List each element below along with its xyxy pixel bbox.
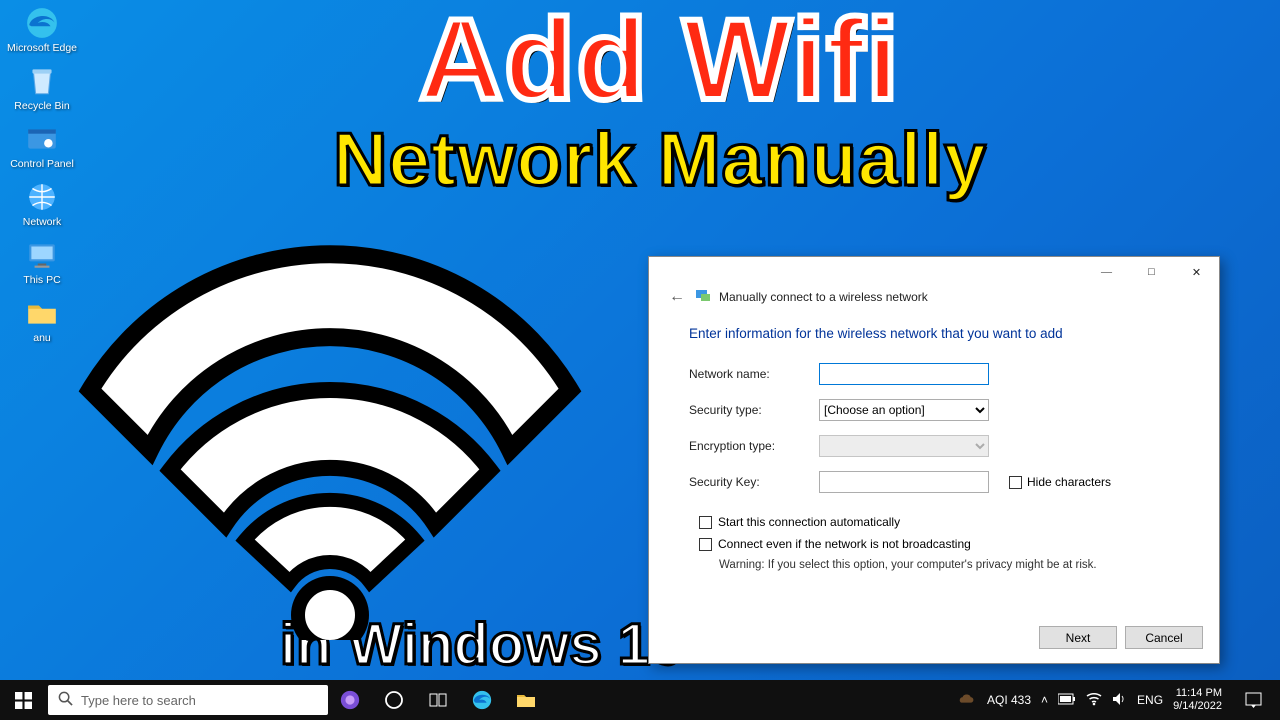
taskbar-edge-icon[interactable]	[460, 680, 504, 720]
wifi-icon	[70, 220, 590, 640]
minimize-button[interactable]: —	[1084, 257, 1129, 287]
maximize-button[interactable]: □	[1129, 257, 1174, 287]
wifi-tray-icon[interactable]	[1086, 692, 1102, 709]
cortana-icon[interactable]	[372, 680, 416, 720]
taskbar-clock[interactable]: 11:14 PM 9/14/2022	[1173, 687, 1222, 712]
edge-icon	[25, 6, 59, 40]
volume-icon[interactable]	[1112, 692, 1127, 709]
hide-characters-input[interactable]	[1009, 476, 1022, 489]
security-type-select[interactable]: [Choose an option]	[819, 399, 989, 421]
clock-date: 9/14/2022	[1173, 700, 1222, 713]
recycle-bin-icon	[25, 64, 59, 98]
privacy-warning: Warning: If you select this option, your…	[719, 559, 1179, 571]
weather-icon[interactable]	[959, 690, 977, 711]
dialog-button-row: Next Cancel	[1039, 626, 1203, 649]
encryption-type-select	[819, 435, 989, 457]
overlay-line3: in Windows 10	[280, 611, 682, 678]
clock-time: 11:14 PM	[1173, 687, 1222, 700]
next-button[interactable]: Next	[1039, 626, 1117, 649]
non-broadcast-label: Connect even if the network is not broad…	[718, 537, 971, 551]
folder-icon	[25, 296, 59, 330]
language-indicator[interactable]: ENG	[1137, 693, 1163, 707]
desktop-icon-label: Recycle Bin	[14, 100, 69, 112]
label-security-key: Security Key:	[689, 475, 819, 489]
security-key-input[interactable]	[819, 471, 989, 493]
cancel-button[interactable]: Cancel	[1125, 626, 1203, 649]
desktop-icon-column: Microsoft Edge Recycle Bin Control Panel…	[6, 6, 78, 344]
label-security-type: Security type:	[689, 403, 819, 417]
network-name-input[interactable]	[819, 363, 989, 385]
system-tray: AQI 433 ˄ ENG 11:14 PM 9/14/2022	[959, 680, 1280, 720]
search-placeholder: Type here to search	[81, 693, 196, 708]
overlay-line1: Add Wifi	[220, 0, 1100, 126]
auto-start-label: Start this connection automatically	[718, 515, 900, 529]
hide-characters-label: Hide characters	[1027, 475, 1111, 489]
label-encryption-type: Encryption type:	[689, 439, 819, 453]
desktop-icon-label: Control Panel	[10, 158, 74, 170]
desktop-icon-edge[interactable]: Microsoft Edge	[6, 6, 78, 54]
network-wizard-icon	[695, 287, 711, 306]
windows-logo-icon	[15, 692, 32, 709]
non-broadcast-input[interactable]	[699, 538, 712, 551]
desktop-icon-folder[interactable]: anu	[6, 296, 78, 344]
taskbar-search[interactable]: Type here to search	[48, 685, 328, 715]
overlay-line2: Network Manually	[220, 116, 1100, 202]
battery-icon[interactable]	[1058, 693, 1076, 708]
tray-chevron-up-icon[interactable]: ˄	[1041, 693, 1048, 707]
auto-start-checkbox[interactable]: Start this connection automatically	[699, 515, 1179, 529]
desktop-icon-network[interactable]: Network	[6, 180, 78, 228]
control-panel-icon	[25, 122, 59, 156]
auto-start-input[interactable]	[699, 516, 712, 529]
non-broadcast-checkbox[interactable]: Connect even if the network is not broad…	[699, 537, 1179, 551]
start-button[interactable]	[0, 680, 46, 720]
wireless-network-dialog: — □ ✕ ← Manually connect to a wireless n…	[648, 256, 1220, 664]
dialog-heading: Enter information for the wireless netwo…	[689, 326, 1179, 341]
aqi-text[interactable]: AQI 433	[987, 693, 1031, 707]
this-pc-icon	[25, 238, 59, 272]
label-network-name: Network name:	[689, 367, 819, 381]
dialog-titlebar: — □ ✕	[649, 257, 1219, 287]
taskbar-explorer-icon[interactable]	[504, 680, 548, 720]
desktop-icon-label: anu	[33, 332, 51, 344]
close-button[interactable]: ✕	[1174, 257, 1219, 287]
desktop-icon-this-pc[interactable]: This PC	[6, 238, 78, 286]
back-icon[interactable]: ←	[667, 288, 687, 306]
action-center-icon[interactable]	[1232, 680, 1274, 720]
desktop-icon-recycle-bin[interactable]: Recycle Bin	[6, 64, 78, 112]
dialog-body: Enter information for the wireless netwo…	[649, 310, 1219, 571]
desktop-icon-label: Microsoft Edge	[7, 42, 77, 54]
dialog-title: Manually connect to a wireless network	[719, 290, 928, 304]
search-icon	[58, 691, 73, 709]
taskbar-app-1[interactable]	[328, 680, 372, 720]
hide-characters-checkbox[interactable]: Hide characters	[1009, 475, 1111, 489]
desktop-icon-label: Network	[23, 216, 62, 228]
network-icon	[25, 180, 59, 214]
desktop-icon-control-panel[interactable]: Control Panel	[6, 122, 78, 170]
dialog-header: ← Manually connect to a wireless network	[649, 287, 1219, 310]
taskbar: Type here to search AQI 433 ˄ ENG 11:14 …	[0, 680, 1280, 720]
task-view-icon[interactable]	[416, 680, 460, 720]
overlay-title-group: Add Wifi Network Manually	[220, 0, 1100, 202]
desktop-icon-label: This PC	[23, 274, 60, 286]
